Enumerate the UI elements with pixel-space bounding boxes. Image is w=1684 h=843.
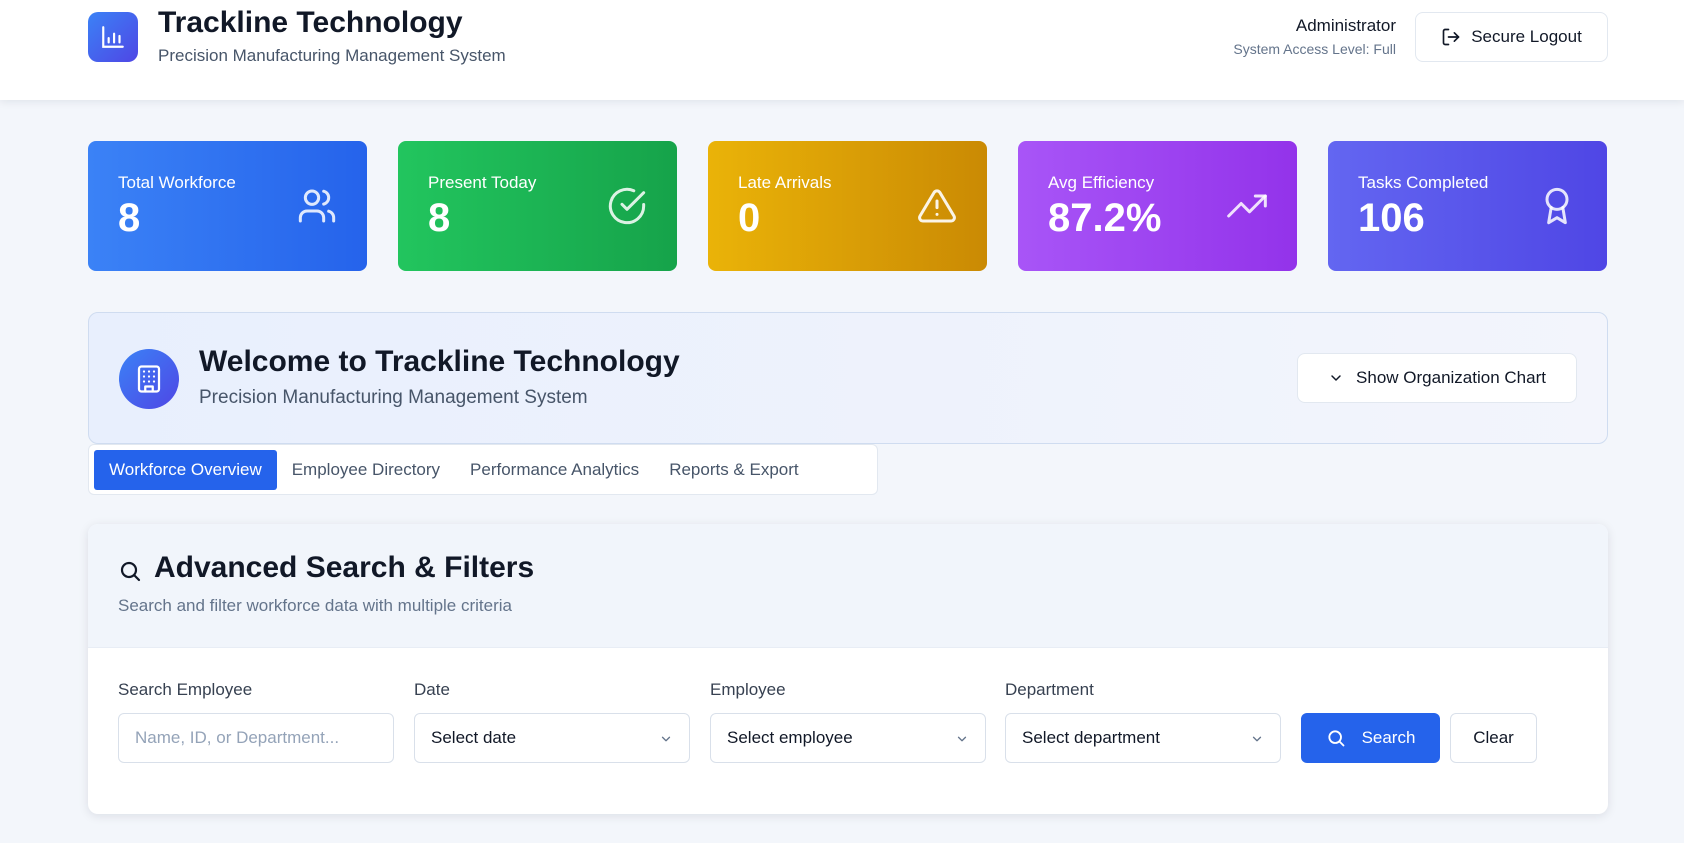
stat-label: Present Today bbox=[428, 173, 537, 192]
department-select[interactable]: Select department bbox=[1005, 713, 1281, 763]
stat-label: Avg Efficiency bbox=[1048, 173, 1155, 192]
show-org-chart-button[interactable]: Show Organization Chart bbox=[1297, 353, 1577, 403]
tab-performance-analytics[interactable]: Performance Analytics bbox=[455, 450, 654, 490]
award-icon bbox=[1545, 187, 1569, 225]
check-circle-icon bbox=[608, 187, 646, 225]
search-filter-panel: Advanced Search & Filters Search and fil… bbox=[88, 524, 1608, 814]
search-employee-label: Search Employee bbox=[118, 680, 253, 699]
date-select-value: Select date bbox=[431, 728, 517, 747]
employee-label: Employee bbox=[710, 680, 786, 699]
search-button-label: Search bbox=[1361, 728, 1416, 747]
chevron-down-icon bbox=[1331, 375, 1341, 381]
logout-icon bbox=[1442, 28, 1460, 46]
stat-label: Total Workforce bbox=[118, 173, 236, 192]
org-chart-label: Show Organization Chart bbox=[1356, 368, 1546, 387]
chevron-down-icon bbox=[957, 736, 967, 742]
stat-card-late-arrivals: Late Arrivals 0 bbox=[708, 141, 987, 271]
stat-label: Tasks Completed bbox=[1358, 173, 1489, 192]
stat-card-total-workforce: Total Workforce 8 bbox=[88, 141, 367, 271]
welcome-panel: Welcome to Trackline Technology Precisio… bbox=[88, 312, 1608, 444]
search-icon bbox=[1327, 730, 1344, 747]
logout-label: Secure Logout bbox=[1471, 27, 1582, 46]
app-header: Trackline Technology Precision Manufactu… bbox=[0, 0, 1684, 100]
alert-triangle-icon bbox=[918, 189, 956, 223]
welcome-title: Welcome to Trackline Technology bbox=[199, 345, 680, 378]
app-subtitle: Precision Manufacturing Management Syste… bbox=[158, 46, 506, 65]
employee-select[interactable]: Select employee bbox=[710, 713, 986, 763]
date-label: Date bbox=[414, 680, 450, 699]
stat-value: 8 bbox=[118, 196, 141, 240]
trending-up-icon bbox=[1227, 194, 1267, 218]
stat-value: 8 bbox=[428, 196, 451, 240]
search-panel-header: Advanced Search & Filters Search and fil… bbox=[88, 524, 1608, 648]
stat-value: 0 bbox=[738, 196, 761, 240]
stat-value: 106 bbox=[1358, 196, 1425, 240]
tab-bar: Workforce Overview Employee Directory Pe… bbox=[88, 444, 878, 495]
search-button[interactable]: Search bbox=[1301, 713, 1440, 763]
date-select[interactable]: Select date bbox=[414, 713, 690, 763]
clear-button[interactable]: Clear bbox=[1450, 713, 1537, 763]
users-icon bbox=[298, 189, 336, 223]
chevron-down-icon bbox=[661, 736, 671, 742]
employee-select-value: Select employee bbox=[727, 728, 853, 747]
search-employee-input[interactable]: Name, ID, or Department... bbox=[118, 713, 394, 763]
department-label: Department bbox=[1005, 680, 1094, 699]
building-icon bbox=[119, 349, 179, 409]
bar-chart-icon bbox=[88, 12, 138, 62]
search-employee-placeholder: Name, ID, or Department... bbox=[135, 728, 340, 747]
secure-logout-button[interactable]: Secure Logout bbox=[1415, 12, 1608, 62]
chevron-down-icon bbox=[1252, 736, 1262, 742]
user-access-level: System Access Level: Full bbox=[1233, 41, 1396, 57]
welcome-subtitle: Precision Manufacturing Management Syste… bbox=[199, 387, 588, 408]
stat-card-tasks-completed: Tasks Completed 106 bbox=[1328, 141, 1607, 271]
tab-reports-export[interactable]: Reports & Export bbox=[654, 450, 813, 490]
user-role: Administrator bbox=[1295, 16, 1396, 35]
tab-workforce-overview[interactable]: Workforce Overview bbox=[94, 449, 277, 490]
search-panel-description: Search and filter workforce data with mu… bbox=[118, 596, 512, 615]
search-panel-title: Advanced Search & Filters bbox=[154, 551, 535, 584]
stat-value: 87.2% bbox=[1048, 196, 1162, 240]
stat-card-avg-efficiency: Avg Efficiency 87.2% bbox=[1018, 141, 1297, 271]
tab-employee-directory[interactable]: Employee Directory bbox=[277, 450, 455, 490]
app-title: Trackline Technology bbox=[158, 6, 463, 39]
search-icon bbox=[120, 561, 141, 582]
stat-label: Late Arrivals bbox=[738, 173, 832, 192]
department-select-value: Select department bbox=[1022, 728, 1160, 747]
stat-card-present-today: Present Today 8 bbox=[398, 141, 677, 271]
